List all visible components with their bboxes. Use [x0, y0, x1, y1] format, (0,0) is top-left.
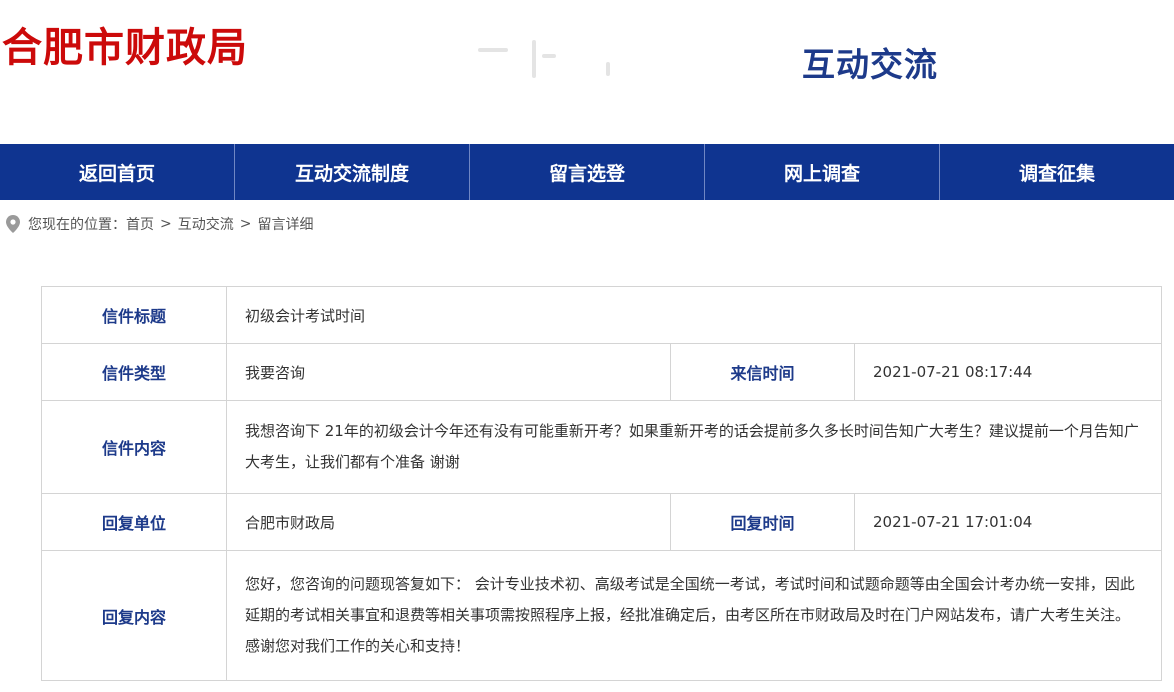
reply-unit-label: 回复单位 [41, 493, 227, 551]
nav-home[interactable]: 返回首页 [0, 144, 235, 200]
table-row: 信件类型 我要咨询 来信时间 2021-07-21 08:17:44 [41, 343, 1163, 401]
breadcrumb-separator: > [160, 216, 172, 232]
section-title: 互动交流 [802, 45, 938, 84]
letter-content-label: 信件内容 [41, 400, 227, 494]
message-detail-table: 信件标题 初级会计考试时间 信件类型 我要咨询 来信时间 2021-07-21 … [41, 286, 1163, 681]
reply-content-value: 您好，您咨询的问题现答复如下： 会计专业技术初、高级考试是全国统一考试，考试时间… [225, 550, 1163, 681]
letter-time-value: 2021-07-21 08:17:44 [853, 343, 1163, 401]
site-logo[interactable]: 合肥市财政局 [2, 22, 248, 74]
letter-title-value: 初级会计考试时间 [225, 286, 1163, 344]
nav-selected-messages[interactable]: 留言选登 [470, 144, 705, 200]
breadcrumb-home[interactable]: 首页 [126, 214, 154, 234]
header-decoration [470, 36, 660, 84]
reply-time-label: 回复时间 [670, 493, 855, 551]
table-row: 回复单位 合肥市财政局 回复时间 2021-07-21 17:01:04 [41, 493, 1163, 551]
nav-interaction-rules[interactable]: 互动交流制度 [235, 144, 470, 200]
breadcrumb-interaction[interactable]: 互动交流 [178, 214, 234, 234]
letter-type-value: 我要咨询 [226, 343, 671, 401]
table-row: 回复内容 您好，您咨询的问题现答复如下： 会计专业技术初、高级考试是全国统一考试… [41, 550, 1163, 681]
reply-content-label: 回复内容 [41, 550, 227, 681]
reply-time-value: 2021-07-21 17:01:04 [853, 493, 1163, 551]
table-row: 信件内容 我想咨询下 21年的初级会计今年还有没有可能重新开考？如果重新开考的话… [41, 400, 1163, 494]
breadcrumb-prefix: 您现在的位置： [28, 217, 126, 233]
letter-title-label: 信件标题 [41, 286, 227, 344]
table-row: 信件标题 初级会计考试时间 [41, 286, 1163, 344]
breadcrumb: 您现在的位置： 首页 > 互动交流 > 留言详细 [6, 213, 313, 235]
nav-survey-collection[interactable]: 调查征集 [940, 144, 1174, 200]
breadcrumb-current: 留言详细 [257, 217, 314, 233]
main-nav: 返回首页 互动交流制度 留言选登 网上调查 调查征集 [0, 144, 1174, 200]
site-header: 合肥市财政局 互动交流 [0, 0, 1174, 144]
letter-content-value: 我想咨询下 21年的初级会计今年还有没有可能重新开考？如果重新开考的话会提前多久… [225, 400, 1163, 494]
nav-online-survey[interactable]: 网上调查 [705, 144, 940, 200]
location-pin-icon [6, 215, 20, 233]
letter-type-label: 信件类型 [41, 343, 227, 401]
reply-unit-value: 合肥市财政局 [226, 493, 671, 551]
breadcrumb-separator: > [239, 216, 252, 232]
letter-time-label: 来信时间 [670, 343, 855, 401]
